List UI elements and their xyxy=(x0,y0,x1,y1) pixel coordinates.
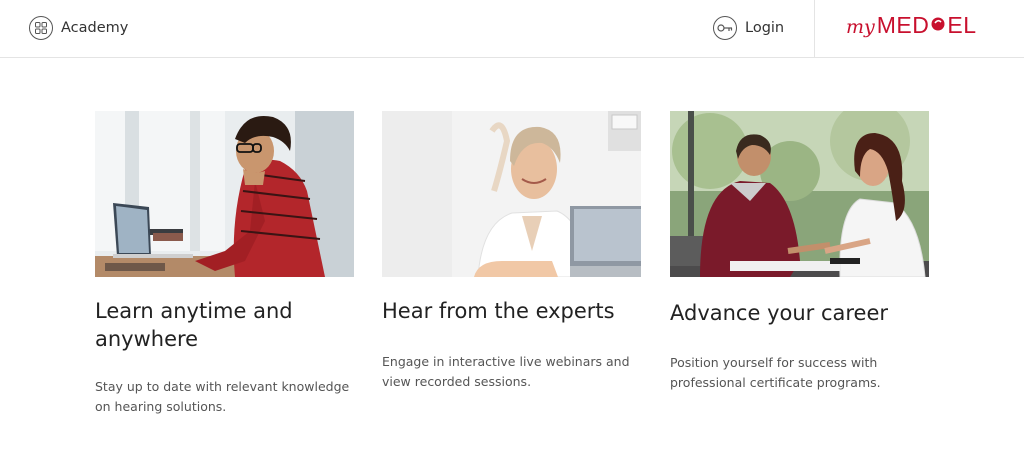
card-description: Engage in interactive live webinars and … xyxy=(382,354,630,389)
logo-dot-icon xyxy=(931,17,945,31)
logo-my-text: my xyxy=(846,16,875,38)
academy-nav-link[interactable]: Academy xyxy=(29,16,128,40)
header-divider xyxy=(814,0,815,58)
top-navigation-bar: Academy Login my MED EL xyxy=(0,0,1024,58)
logo-brand-text: MED xyxy=(876,12,930,38)
mymedel-logo[interactable]: my MED EL xyxy=(846,12,977,44)
card-title: Learn anytime and anywhere xyxy=(95,299,293,351)
smiling-expert-doctor-photo xyxy=(382,111,641,277)
card-description: Stay up to date with relevant knowledge … xyxy=(95,379,350,414)
key-circle-icon xyxy=(713,16,737,40)
feature-card-experts: Hear from the experts Engage in interact… xyxy=(382,111,641,392)
feature-card-learn: Learn anytime and anywhere Stay up to da… xyxy=(95,111,354,417)
card-description: Position yourself for success with profe… xyxy=(670,355,881,390)
academy-label: Academy xyxy=(61,20,129,36)
card-title: Advance your career xyxy=(670,301,889,325)
logo-brand-suffix: EL xyxy=(947,12,977,38)
login-label: Login xyxy=(745,20,785,36)
woman-studying-laptop-photo xyxy=(95,111,354,277)
doctor-consulting-patient-photo xyxy=(670,111,929,277)
feature-card-career: Advance your career Position yourself fo… xyxy=(670,111,929,393)
login-button[interactable]: Login xyxy=(713,16,784,40)
card-title: Hear from the experts xyxy=(382,299,615,323)
grid-circle-icon xyxy=(29,16,53,40)
